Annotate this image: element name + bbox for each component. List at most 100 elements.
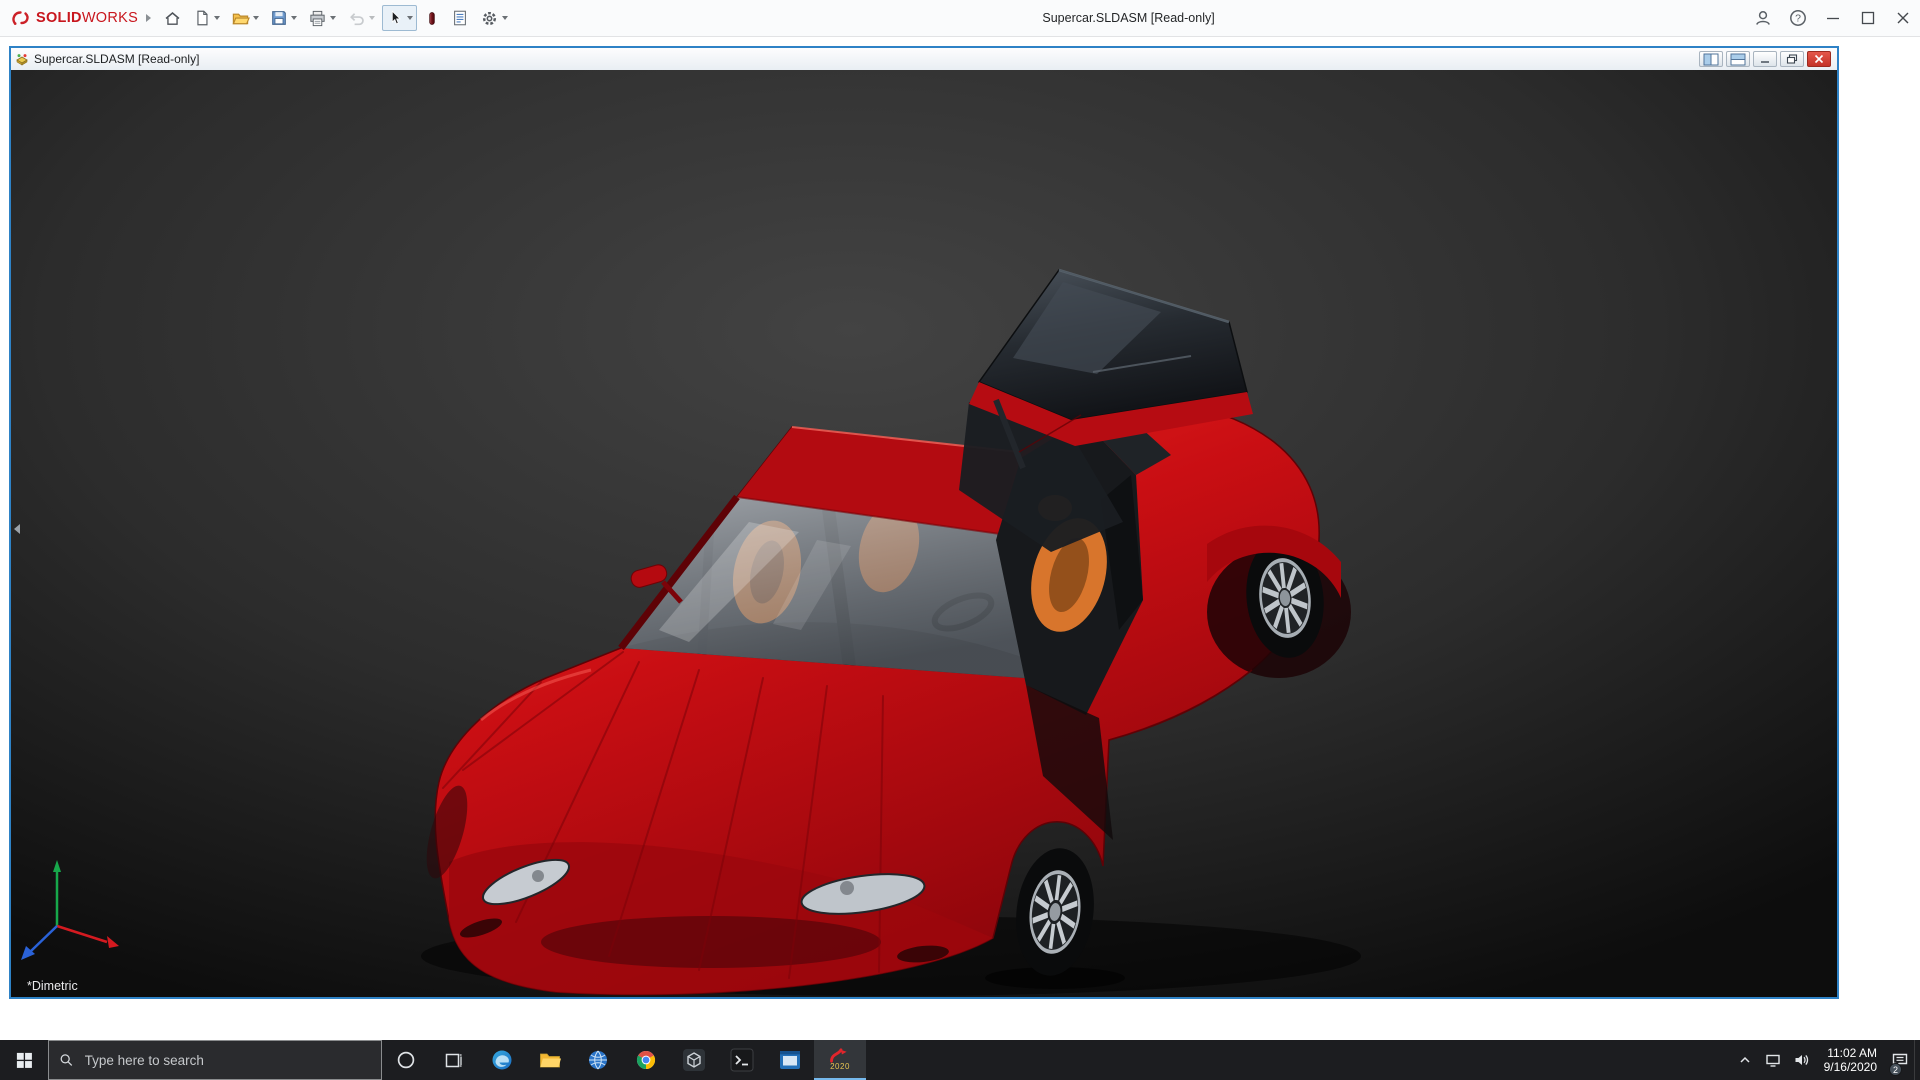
window-title: Supercar.SLDASM [Read-only] [512,11,1745,25]
account-icon [1753,8,1773,28]
titlebar-left-group: SOLIDWORKS [0,0,512,36]
chrome-app-icon[interactable] [622,1040,670,1080]
report-document-icon [451,9,469,27]
start-button[interactable] [0,1040,48,1080]
print-icon [308,9,327,28]
solidworks-year-badge: 2020 [830,1063,850,1071]
split-pane-horizontal-button[interactable] [1726,51,1750,67]
globe-app-icon[interactable] [574,1040,622,1080]
taskbar: 2020 11:02 AM 9/16/2020 2 [0,1040,1920,1080]
clock-date: 9/16/2020 [1824,1060,1877,1074]
car-3d-render [11,70,1837,997]
cube-app-icon[interactable] [670,1040,718,1080]
document-close-button[interactable] [1807,51,1831,67]
feature-panel-collapse-arrow[interactable] [14,524,20,534]
network-icon [1765,1052,1781,1068]
gear-icon [480,9,499,28]
red-capsule-icon [424,9,440,28]
maximize-button[interactable] [1850,0,1885,36]
toolbar-expand-arrow[interactable] [146,14,151,22]
undo-icon [347,9,366,28]
blue-window-app-icon[interactable] [766,1040,814,1080]
search-icon [59,1052,74,1068]
split-pane-vertical-icon [1703,53,1719,66]
split-pane-vertical-button[interactable] [1699,51,1723,67]
solidworks-taskbar-icon[interactable]: 2020 [814,1040,866,1080]
save-button[interactable] [266,5,301,31]
taskbar-search[interactable] [48,1040,382,1080]
save-icon [270,9,288,27]
help-icon: ? [1788,8,1808,28]
open-button[interactable] [227,5,263,31]
windows-logo-icon [15,1051,34,1070]
view-orientation-label: *Dimetric [27,979,78,993]
workspace: Supercar.SLDASM [Read-only] [0,37,1920,1040]
solidworks-logo[interactable]: SOLIDWORKS [10,9,138,27]
dropdown-caret-icon [253,16,259,20]
open-folder-icon [231,9,250,28]
home-icon [163,9,182,28]
terminal-app-icon[interactable] [718,1040,766,1080]
dropdown-caret-icon [502,16,508,20]
dropdown-caret-icon [291,16,297,20]
capsule-tool-button[interactable] [420,5,444,31]
system-tray: 11:02 AM 9/16/2020 2 [1731,1040,1920,1080]
cortana-button[interactable] [382,1040,430,1080]
speaker-icon [1793,1052,1809,1068]
file-explorer-app-icon[interactable] [526,1040,574,1080]
close-icon [1893,8,1913,28]
new-document-button[interactable] [189,5,224,31]
dropdown-caret-icon [214,16,220,20]
volume-tray-button[interactable] [1787,1040,1815,1080]
minimize-button[interactable] [1815,0,1850,36]
report-button[interactable] [447,5,473,31]
edge-app-icon[interactable] [478,1040,526,1080]
document-minimize-button[interactable] [1753,51,1777,67]
restore-icon [1786,54,1798,64]
edge-browser-icon [490,1048,514,1072]
notification-badge: 2 [1889,1063,1902,1076]
blue-window-icon [778,1048,802,1072]
dropdown-caret-icon [369,16,375,20]
document-titlebar[interactable]: Supercar.SLDASM [Read-only] [11,48,1837,71]
cursor-arrow-icon [386,9,404,27]
home-button[interactable] [159,5,186,31]
globe-icon [587,1049,609,1071]
folder-icon [538,1048,562,1072]
account-button[interactable] [1745,0,1780,36]
undo-button[interactable] [343,5,379,31]
close-icon [1813,54,1825,64]
select-tool-button[interactable] [382,5,417,31]
terminal-icon [730,1048,754,1072]
solidworks-logo-mark [10,9,32,27]
close-button[interactable] [1885,0,1920,36]
titlebar-right-group: ? [1745,0,1920,36]
new-document-icon [193,9,211,27]
dropdown-caret-icon [407,16,413,20]
task-view-button[interactable] [430,1040,478,1080]
assembly-document-icon [15,52,29,66]
viewport-3d[interactable]: *Dimetric [11,70,1837,997]
document-restore-button[interactable] [1780,51,1804,67]
print-button[interactable] [304,5,340,31]
clock-time: 11:02 AM [1827,1046,1877,1060]
solidworks-logo-text: SOLIDWORKS [36,10,138,26]
maximize-icon [1858,8,1878,28]
settings-button[interactable] [476,5,512,31]
minimize-icon [1823,8,1843,28]
main-titlebar[interactable]: SOLIDWORKS [0,0,1920,37]
tray-chevron-button[interactable] [1731,1040,1759,1080]
minimize-icon [1759,54,1771,64]
task-view-icon [444,1050,464,1070]
cube-3d-icon [682,1048,706,1072]
show-desktop-button[interactable] [1914,1040,1920,1080]
document-title: Supercar.SLDASM [Read-only] [34,52,1699,66]
action-center-button[interactable]: 2 [1886,1040,1914,1080]
quick-access-toolbar [159,5,512,31]
document-window-controls [1699,51,1833,67]
search-input[interactable] [83,1052,371,1069]
help-button[interactable]: ? [1780,0,1815,36]
dropdown-caret-icon [330,16,336,20]
taskbar-clock[interactable]: 11:02 AM 9/16/2020 [1815,1040,1886,1080]
network-tray-button[interactable] [1759,1040,1787,1080]
